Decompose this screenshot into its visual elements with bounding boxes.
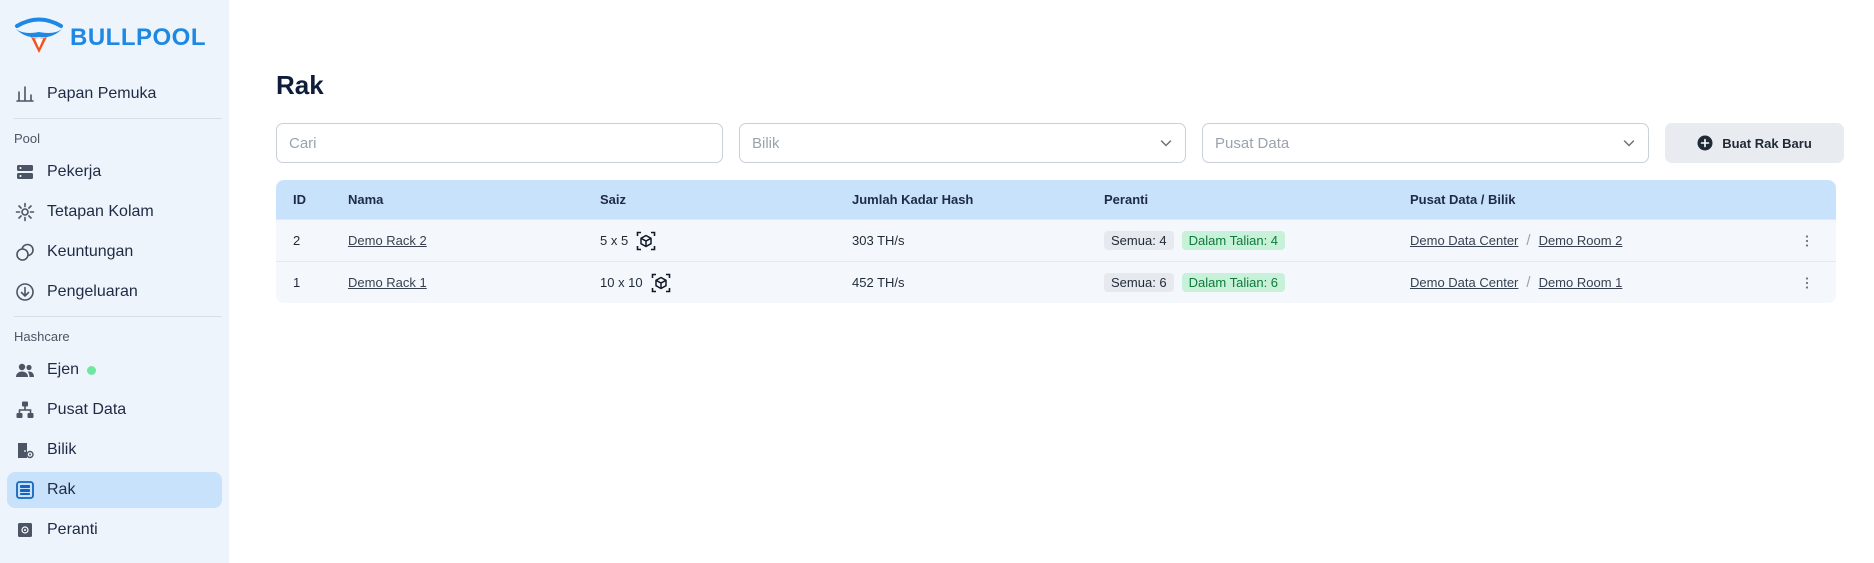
devices-online-badge: Dalam Talian: 6 — [1181, 273, 1286, 292]
room-select-placeholder: Bilik — [752, 134, 780, 152]
cell-id: 1 — [293, 275, 301, 290]
divider — [14, 118, 222, 119]
network-icon — [16, 401, 34, 418]
table-row[interactable]: 2 Demo Rack 2 5 x 5 303 TH/s Semua: 4 Da… — [276, 219, 1836, 261]
main-content: Rak Bilik Pusat Data Buat Rak Baru ID Na… — [229, 0, 1874, 563]
app-root: BULLPOOL Papan Pemuka Pool Pekerja Tetap… — [0, 0, 1874, 563]
rack-name-link[interactable]: Demo Rack 1 — [348, 275, 427, 290]
devices-online-badge: Dalam Talian: 4 — [1181, 231, 1286, 250]
section-label-hashcare: Hashcare — [14, 329, 70, 344]
bar-chart-icon — [16, 86, 34, 102]
breadcrumb-separator: / — [1526, 274, 1531, 291]
sidebar-item-datacenters[interactable]: Pusat Data — [7, 392, 222, 428]
chevron-down-icon — [1160, 140, 1172, 147]
room-link[interactable]: Demo Room 2 — [1539, 233, 1623, 248]
plus-circle-icon — [1697, 135, 1713, 151]
sidebar-item-label: Papan Pemuka — [47, 85, 157, 102]
server-icon — [17, 165, 33, 179]
3d-view-icon[interactable] — [636, 231, 656, 251]
rack-size: 10 x 10 — [600, 275, 643, 290]
coins-icon — [16, 243, 34, 261]
header-size[interactable]: Saiz — [600, 192, 852, 207]
header-datacenter-room[interactable]: Pusat Data / Bilik — [1410, 192, 1778, 207]
datacenter-select[interactable]: Pusat Data — [1202, 123, 1649, 163]
chevron-down-icon — [1623, 140, 1635, 147]
devices-total-badge: Semua: 4 — [1104, 231, 1174, 250]
sidebar-item-agents[interactable]: Ejen — [7, 352, 222, 388]
sidebar-item-workers[interactable]: Pekerja — [7, 154, 222, 190]
header-id[interactable]: ID — [276, 192, 348, 207]
table-header: ID Nama Saiz Jumlah Kadar Hash Peranti P… — [276, 180, 1836, 219]
header-hashrate[interactable]: Jumlah Kadar Hash — [852, 192, 1104, 207]
page-title: Rak — [276, 70, 324, 100]
users-icon — [16, 363, 34, 377]
3d-view-icon[interactable] — [651, 273, 671, 293]
table-row[interactable]: 1 Demo Rack 1 10 x 10 452 TH/s Semua: 6 … — [276, 261, 1836, 303]
sidebar-item-racks[interactable]: Rak — [7, 472, 222, 508]
divider — [14, 316, 222, 317]
racks-table: ID Nama Saiz Jumlah Kadar Hash Peranti P… — [276, 180, 1836, 303]
breadcrumb-separator: / — [1526, 232, 1531, 249]
online-status-dot — [87, 365, 97, 375]
rack-icon — [16, 481, 34, 499]
cell-hashrate: 303 TH/s — [852, 233, 905, 248]
header-devices[interactable]: Peranti — [1104, 192, 1410, 207]
cell-id: 2 — [293, 233, 301, 248]
brand-logo[interactable]: BULLPOOL — [7, 0, 222, 76]
sidebar-item-label: Bilik — [47, 441, 77, 458]
room-link[interactable]: Demo Room 1 — [1539, 275, 1623, 290]
sidebar-item-label: Peranti — [47, 521, 98, 538]
header-name[interactable]: Nama — [348, 192, 600, 207]
sidebar-item-rooms[interactable]: Bilik — [7, 432, 222, 468]
sidebar-item-label: Pusat Data — [47, 401, 127, 418]
create-rack-button[interactable]: Buat Rak Baru — [1665, 123, 1844, 163]
rack-size: 5 x 5 — [600, 233, 629, 248]
chip-icon — [18, 523, 32, 537]
search-input[interactable] — [276, 123, 723, 163]
rack-name-link[interactable]: Demo Rack 2 — [348, 233, 427, 248]
filter-bar: Bilik Pusat Data Buat Rak Baru — [276, 123, 1844, 163]
sidebar-item-label: Tetapan Kolam — [47, 203, 154, 220]
brand-name: BULLPOOL — [70, 24, 206, 51]
sidebar-item-label: Pekerja — [47, 163, 102, 180]
devices-total-badge: Semua: 6 — [1104, 273, 1174, 292]
download-circle-icon — [16, 283, 34, 301]
door-icon — [18, 443, 34, 459]
sidebar-item-pool-settings[interactable]: Tetapan Kolam — [7, 194, 222, 230]
section-label-pool: Pool — [14, 131, 41, 146]
sidebar-item-label: Rak — [47, 481, 76, 498]
sidebar-item-label: Ejen — [47, 361, 80, 378]
more-actions-icon[interactable] — [1802, 276, 1812, 290]
create-rack-label: Buat Rak Baru — [1722, 135, 1812, 151]
sidebar-item-devices[interactable]: Peranti — [7, 512, 222, 548]
sidebar: BULLPOOL Papan Pemuka Pool Pekerja Tetap… — [0, 0, 229, 563]
cell-hashrate: 452 TH/s — [852, 275, 905, 290]
bull-logo-icon — [14, 17, 64, 60]
more-actions-icon[interactable] — [1802, 234, 1812, 248]
room-select[interactable]: Bilik — [739, 123, 1186, 163]
sidebar-item-label: Keuntungan — [47, 243, 134, 260]
datacenter-link[interactable]: Demo Data Center — [1410, 275, 1518, 290]
sidebar-item-withdrawals[interactable]: Pengeluaran — [7, 274, 222, 310]
sidebar-item-label: Pengeluaran — [47, 283, 138, 300]
sidebar-item-dashboard[interactable]: Papan Pemuka — [7, 76, 222, 112]
datacenter-link[interactable]: Demo Data Center — [1410, 233, 1518, 248]
gear-icon — [15, 202, 35, 222]
sidebar-item-earnings[interactable]: Keuntungan — [7, 234, 222, 270]
datacenter-select-placeholder: Pusat Data — [1215, 134, 1290, 152]
